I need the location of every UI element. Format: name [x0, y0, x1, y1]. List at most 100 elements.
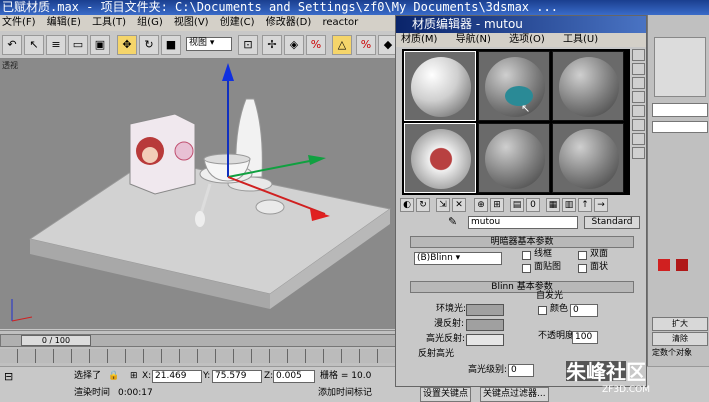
scale-icon[interactable]: ■: [161, 35, 181, 55]
set-key-button[interactable]: 设置关键点: [420, 387, 472, 402]
backlight-icon[interactable]: [632, 63, 645, 75]
assign-to-selection-icon[interactable]: ⇲: [436, 198, 450, 212]
background-icon[interactable]: [632, 77, 645, 89]
timeline-area: 0 / 100: [0, 330, 400, 366]
reference-coord-dropdown[interactable]: 视图 ▾: [186, 37, 232, 51]
make-preview-icon[interactable]: [632, 119, 645, 131]
modifier-list-dropdown[interactable]: [652, 103, 708, 117]
menu-create[interactable]: 创建(C): [220, 17, 255, 28]
show-end-result-icon[interactable]: ▥: [562, 198, 576, 212]
undo-icon[interactable]: ↶: [2, 35, 22, 55]
sample-type-icon[interactable]: [632, 49, 645, 61]
me-menu-material[interactable]: 材质(M): [401, 34, 437, 45]
shader-basic-params-rollout[interactable]: 明暗器基本参数: [410, 236, 634, 248]
clear-button[interactable]: 清除: [652, 332, 708, 346]
ambient-color-swatch[interactable]: [466, 304, 504, 316]
menu-file[interactable]: 文件(F): [2, 17, 36, 28]
time-slider[interactable]: 0 / 100: [0, 334, 400, 347]
get-material-icon[interactable]: ◐: [400, 198, 414, 212]
viewport-label[interactable]: 透视: [2, 60, 18, 71]
add-time-tag[interactable]: 添加时间标记: [318, 387, 372, 400]
uv-tiling-icon[interactable]: [632, 91, 645, 103]
pick-material-icon[interactable]: ✎: [448, 215, 457, 228]
make-copy-icon[interactable]: ⊕: [474, 198, 488, 212]
diffuse-color-swatch[interactable]: [466, 319, 504, 331]
x-coord-field[interactable]: 21.469: [152, 370, 202, 383]
angle-snap-icon[interactable]: △: [332, 35, 352, 55]
key-filters-button[interactable]: 关键点过滤器...: [480, 387, 549, 402]
z-coord-field[interactable]: 0.005: [273, 370, 315, 383]
main-toolbar: ↶ ↖ ≡ ▭ ▣ ✥ ↻ ■ 视图 ▾ ⊡ ✢ ◈ % △ % ◆: [0, 31, 400, 59]
mouse-cursor-icon: ↖: [521, 102, 531, 115]
ambient-label: 环境光:: [436, 304, 467, 314]
menu-tools[interactable]: 工具(T): [92, 17, 126, 28]
sample-slot-1[interactable]: [404, 51, 476, 121]
opacity-value[interactable]: 100: [572, 331, 598, 344]
select-by-name-icon[interactable]: ≡: [46, 35, 66, 55]
snap-icon[interactable]: %: [306, 35, 326, 55]
make-unique-icon[interactable]: ⊞: [490, 198, 504, 212]
window-crossing-icon[interactable]: ▣: [90, 35, 110, 55]
specular-color-swatch[interactable]: [466, 334, 504, 346]
material-type-button[interactable]: Standard: [584, 216, 640, 229]
show-map-icon[interactable]: ▦: [546, 198, 560, 212]
wire-checkbox[interactable]: [522, 251, 531, 260]
keyboard-shortcut-icon[interactable]: ◈: [284, 35, 304, 55]
sample-slot-4[interactable]: [404, 123, 476, 193]
expand-button[interactable]: 扩大: [652, 317, 708, 331]
object-color-swatch[interactable]: [658, 259, 670, 271]
watermark-sub: ZF3D.COM: [602, 385, 650, 395]
window-title: 已赋材质.max - 项目文件夹: C:\Documents and Setti…: [2, 0, 558, 14]
put-to-library-icon[interactable]: ▤: [510, 198, 524, 212]
time-slider-thumb[interactable]: 0 / 100: [21, 335, 91, 346]
render-time-label: 渲染时间: [74, 388, 111, 398]
rotate-icon[interactable]: ↻: [139, 35, 159, 55]
video-check-icon[interactable]: [632, 105, 645, 117]
object-name-field[interactable]: [652, 121, 708, 133]
go-to-parent-icon[interactable]: ↑: [578, 198, 592, 212]
menu-modifiers[interactable]: 修改器(D): [266, 17, 312, 28]
create-panel-buttons[interactable]: [654, 37, 706, 97]
sample-slot-3[interactable]: [552, 51, 624, 121]
me-menu-options[interactable]: 选项(O): [509, 34, 545, 45]
shader-type-dropdown[interactable]: (B)Blinn ▾: [414, 252, 502, 265]
blinn-basic-params-rollout[interactable]: Blinn 基本参数: [410, 281, 634, 293]
self-illum-color-checkbox[interactable]: [538, 306, 547, 315]
me-menu-utilities[interactable]: 工具(U): [563, 34, 598, 45]
menu-reactor[interactable]: reactor: [322, 17, 358, 28]
go-forward-sibling-icon[interactable]: →: [594, 198, 608, 212]
maxscript-icon[interactable]: ⊟: [4, 370, 13, 383]
material-id-icon[interactable]: 0: [526, 198, 540, 212]
put-to-scene-icon[interactable]: ↻: [416, 198, 430, 212]
two-sided-checkbox[interactable]: [578, 251, 587, 260]
absolute-mode-icon[interactable]: ⊞: [130, 370, 138, 383]
sample-slots: ↖: [402, 49, 630, 195]
sample-slot-6[interactable]: [552, 123, 624, 193]
material-name-field[interactable]: mutou: [468, 216, 578, 229]
self-illum-value[interactable]: 0: [570, 304, 598, 317]
spec-level-value[interactable]: 0: [508, 364, 534, 377]
options-icon[interactable]: [632, 133, 645, 145]
region-select-icon[interactable]: ▭: [68, 35, 88, 55]
select-by-material-icon[interactable]: [632, 147, 645, 159]
sample-slot-5[interactable]: [478, 123, 550, 193]
select-manipulate-icon[interactable]: ✢: [262, 35, 282, 55]
sample-slot-2[interactable]: ↖: [478, 51, 550, 121]
menu-edit[interactable]: 编辑(E): [47, 17, 81, 28]
lock-icon[interactable]: 🔒: [108, 370, 119, 383]
material-editor-window: 材质编辑器 - mutou 材质(M) 导航(N) 选项(O) 工具(U) ↖: [395, 15, 647, 387]
modifier-color-swatch[interactable]: [676, 259, 688, 271]
menu-group[interactable]: 组(G): [137, 17, 163, 28]
menu-views[interactable]: 视图(V): [174, 17, 209, 28]
perspective-viewport[interactable]: 透视: [0, 59, 400, 329]
percent-snap-icon[interactable]: %: [356, 35, 376, 55]
select-icon[interactable]: ↖: [24, 35, 44, 55]
face-map-checkbox[interactable]: [522, 264, 531, 273]
track-bar[interactable]: [0, 349, 400, 363]
faceted-checkbox[interactable]: [578, 264, 587, 273]
pivot-icon[interactable]: ⊡: [238, 35, 258, 55]
reset-map-icon[interactable]: ✕: [452, 198, 466, 212]
me-menu-navigation[interactable]: 导航(N): [456, 34, 491, 45]
move-icon[interactable]: ✥: [117, 35, 137, 55]
y-coord-field[interactable]: 75.579: [212, 370, 262, 383]
